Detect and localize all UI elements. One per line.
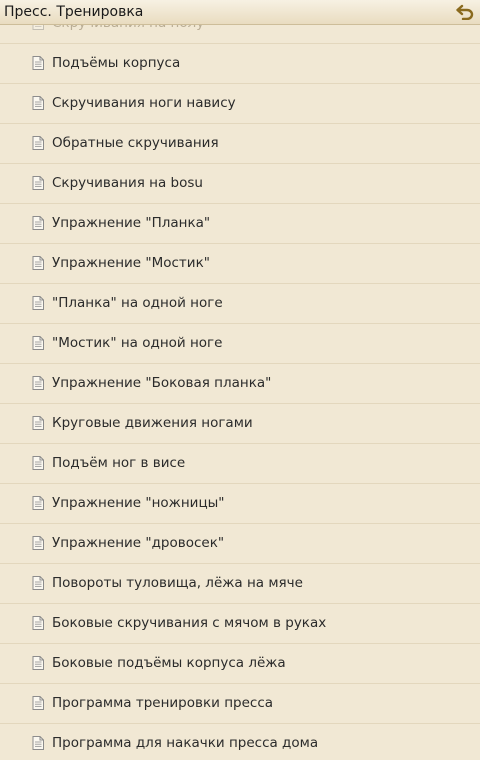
list-item-label: Подъём ног в висе (52, 455, 186, 471)
list-item-label: Боковые подъёмы корпуса лёжа (52, 655, 286, 671)
document-icon (32, 616, 44, 630)
document-icon (32, 216, 44, 230)
list-item-label: Упражнение "дровосек" (52, 535, 225, 551)
list-item[interactable]: Подъёмы корпуса (0, 44, 480, 84)
document-icon (32, 576, 44, 590)
undo-back-icon (456, 4, 474, 20)
list-item-label: Боковые скручивания с мячом в руках (52, 615, 327, 631)
document-icon (32, 56, 44, 70)
list-item[interactable]: Программа тренировки пресса (0, 684, 480, 724)
list-item-label: Подъёмы корпуса (52, 55, 181, 71)
list-item-label: Программа тренировки пресса (52, 695, 274, 711)
list-item-label: Упражнение "Мостик" (52, 255, 210, 271)
document-icon (32, 736, 44, 750)
document-icon (32, 536, 44, 550)
list-item-label: Обратные скручивания (52, 135, 219, 151)
list-item[interactable]: Круговые движения ногами (0, 404, 480, 444)
list-item[interactable]: Программа для накачки пресса дома (0, 724, 480, 760)
list-item[interactable]: "Мостик" на одной ноге (0, 324, 480, 364)
list-item-label: Упражнение "ножницы" (52, 495, 225, 511)
list-item[interactable]: "Планка" на одной ноге (0, 284, 480, 324)
list-item[interactable]: Боковые подъёмы корпуса лёжа (0, 644, 480, 684)
document-icon (32, 96, 44, 110)
document-icon (32, 336, 44, 350)
list-item-label: Скручивания ноги навису (52, 95, 236, 111)
title-bar: Пресс. Тренировка (0, 0, 480, 25)
list-item-label: Круговые движения ногами (52, 415, 253, 431)
list-item[interactable]: Боковые скручивания с мячом в руках (0, 604, 480, 644)
list-item[interactable]: Упражнение "дровосек" (0, 524, 480, 564)
document-icon (32, 176, 44, 190)
document-icon (32, 416, 44, 430)
exercise-list-inner: Скручивания на полу Подъёмы корпуса Скручи… (0, 25, 480, 760)
list-item-label: Повороты туловища, лёжа на мяче (52, 575, 303, 591)
document-icon (32, 25, 44, 30)
document-icon (32, 296, 44, 310)
exercise-list[interactable]: Скручивания на полу Подъёмы корпуса Скручи… (0, 25, 480, 760)
list-item[interactable]: Упражнение "Планка" (0, 204, 480, 244)
back-button[interactable] (454, 2, 476, 22)
list-item[interactable]: Упражнение "Боковая планка" (0, 364, 480, 404)
list-item[interactable]: Скручивания на bosu (0, 164, 480, 204)
document-icon (32, 456, 44, 470)
document-icon (32, 496, 44, 510)
list-item[interactable]: Подъём ног в висе (0, 444, 480, 484)
list-item[interactable]: Упражнение "Мостик" (0, 244, 480, 284)
list-item[interactable]: Скручивания на полу (0, 25, 480, 44)
list-item-label: Упражнение "Планка" (52, 215, 211, 231)
list-item[interactable]: Скручивания ноги навису (0, 84, 480, 124)
document-icon (32, 136, 44, 150)
list-item-label: "Мостик" на одной ноге (52, 335, 223, 351)
list-item[interactable]: Повороты туловища, лёжа на мяче (0, 564, 480, 604)
page-title: Пресс. Тренировка (4, 4, 144, 20)
document-icon (32, 376, 44, 390)
document-icon (32, 656, 44, 670)
document-icon (32, 696, 44, 710)
list-item-label: Программа для накачки пресса дома (52, 735, 319, 751)
list-item[interactable]: Обратные скручивания (0, 124, 480, 164)
list-item-label: "Планка" на одной ноге (52, 295, 223, 311)
list-item-label: Упражнение "Боковая планка" (52, 375, 272, 391)
list-item-label: Скручивания на bosu (52, 175, 203, 191)
document-icon (32, 256, 44, 270)
list-item[interactable]: Упражнение "ножницы" (0, 484, 480, 524)
list-item-label: Скручивания на полу (52, 25, 204, 31)
